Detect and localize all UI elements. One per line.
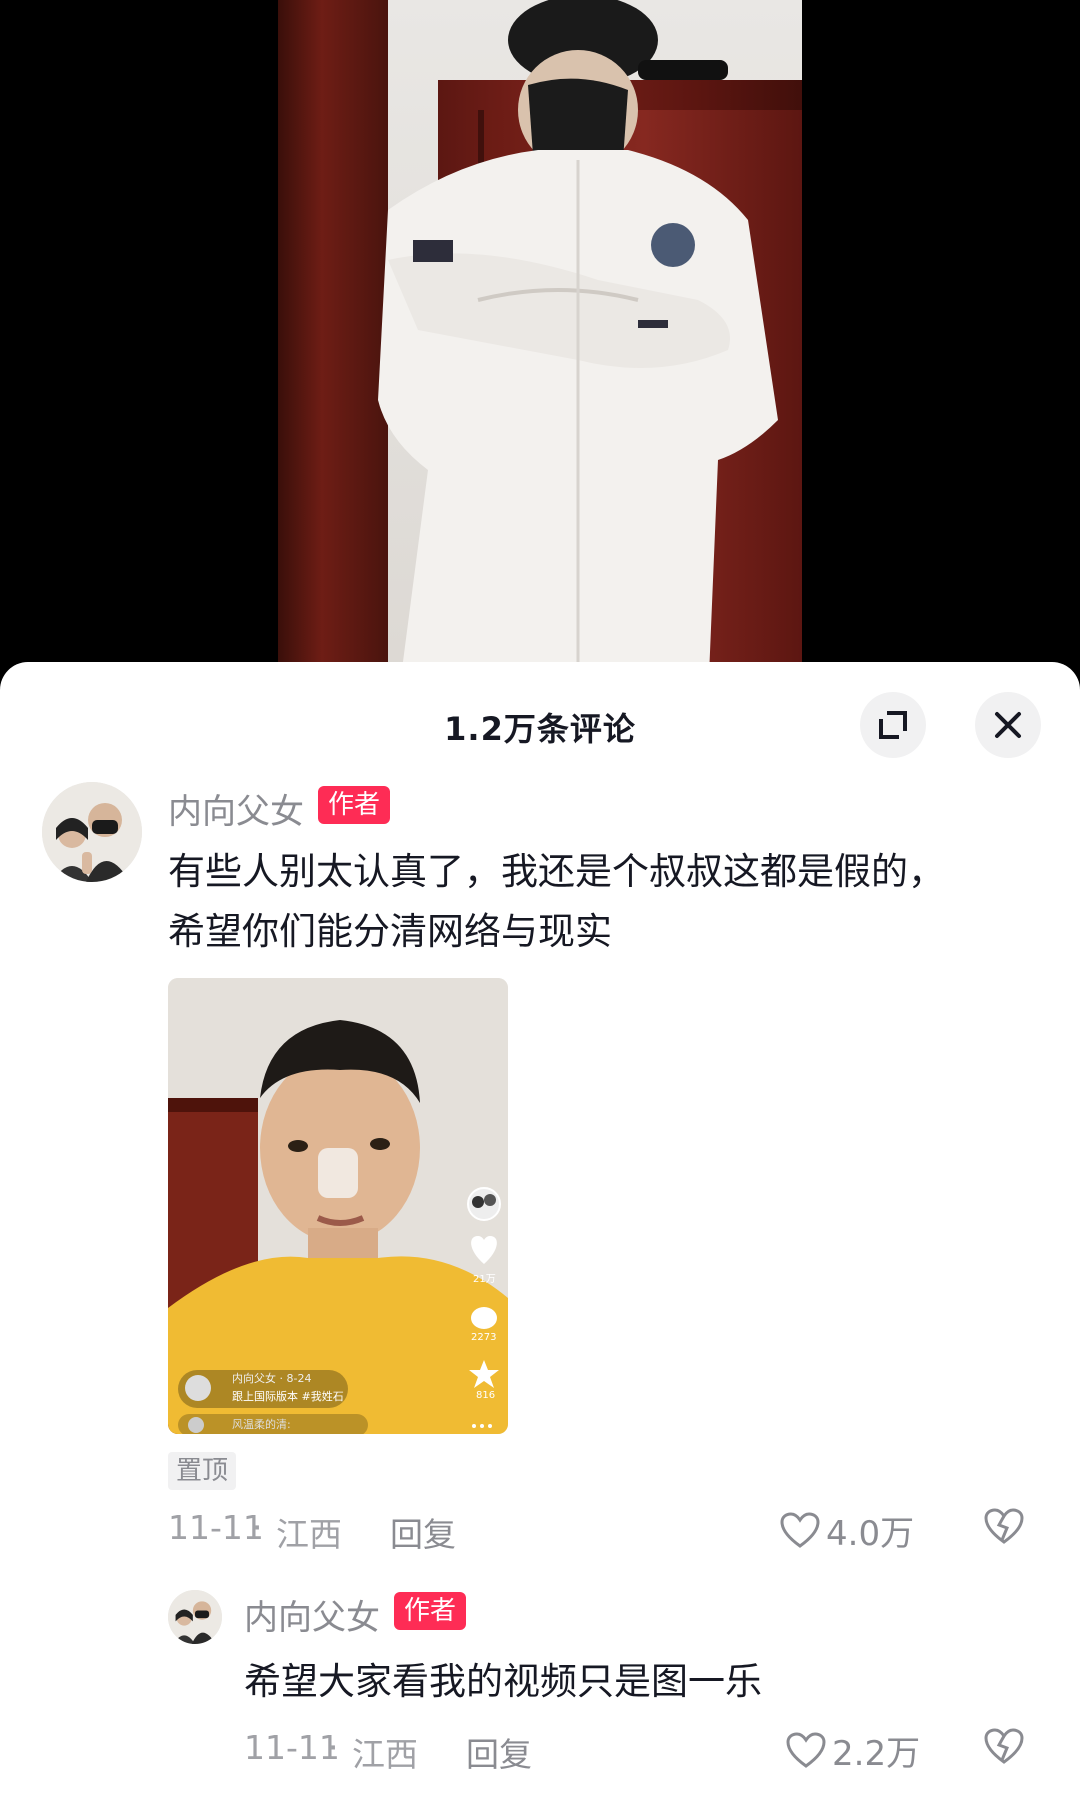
pinned-tag: 置顶 (168, 1452, 237, 1490)
attachment-like-count: 21万 (473, 1274, 496, 1285)
attachment-favorite-count: 816 (476, 1390, 496, 1401)
reply-button[interactable]: 回复 (390, 1508, 456, 1556)
comment-date: 11-11 (168, 1508, 264, 1547)
reply-location: 江西 (352, 1735, 418, 1774)
comment-username[interactable]: 内向父女 (168, 784, 304, 833)
like-button[interactable]: 2.2万 (786, 1726, 920, 1775)
like-button[interactable]: 4.0万 (780, 1506, 914, 1555)
reply-author-avatar[interactable] (168, 1590, 222, 1644)
heart-icon (786, 1731, 826, 1768)
attachment-preview-image (168, 978, 508, 1434)
avatar-image (168, 1590, 222, 1644)
video-person-figure (378, 0, 778, 700)
close-button[interactable] (975, 692, 1041, 758)
author-badge: 作者 (394, 1592, 467, 1630)
video-frame (278, 0, 802, 700)
comment-sheet: 1.2万条评论 内向父女 作者 有些人别太认真了，我还是个叔叔这都是假的， 希望… (0, 662, 1080, 1804)
attachment-author-line: 内向父女 · 8-24 (232, 1372, 312, 1385)
comment-author-avatar[interactable] (42, 782, 142, 882)
expand-button[interactable] (860, 692, 926, 758)
dislike-icon (984, 1728, 1024, 1764)
dislike-button[interactable] (984, 1508, 1024, 1550)
attachment-comment-preview: 风温柔的清: (232, 1418, 291, 1431)
dislike-button[interactable] (984, 1728, 1024, 1770)
attachment-caption: 跟上国际版本 #我姓石 (232, 1390, 344, 1403)
like-count: 4.0万 (826, 1514, 915, 1554)
meta-separator: · (252, 1508, 263, 1547)
reply-date: 11-11 (244, 1728, 340, 1767)
author-badge: 作者 (318, 786, 391, 824)
close-icon (995, 712, 1021, 738)
comment-text-line: 有些人别太认真了，我还是个叔叔这都是假的， (168, 850, 945, 893)
attachment-comment-count: 2273 (471, 1332, 497, 1343)
meta-separator: · (328, 1728, 339, 1767)
expand-icon (879, 711, 907, 739)
reply-text: 希望大家看我的视频只是图一乐 (244, 1660, 762, 1703)
video-player[interactable] (0, 0, 1080, 700)
reply-button[interactable]: 回复 (466, 1728, 532, 1776)
dislike-icon (984, 1508, 1024, 1544)
avatar-image (42, 782, 142, 882)
comment-text-line: 希望你们能分清网络与现实 (168, 910, 612, 953)
reply-username[interactable]: 内向父女 (244, 1590, 380, 1639)
comment-location: 江西 (276, 1515, 342, 1554)
comment-attachment-video[interactable]: 21万 2273 816 内向父女 · 8-24 跟上国际版本 #我姓石 风温柔… (168, 978, 508, 1434)
like-count: 2.2万 (832, 1734, 921, 1774)
heart-icon (780, 1511, 820, 1548)
